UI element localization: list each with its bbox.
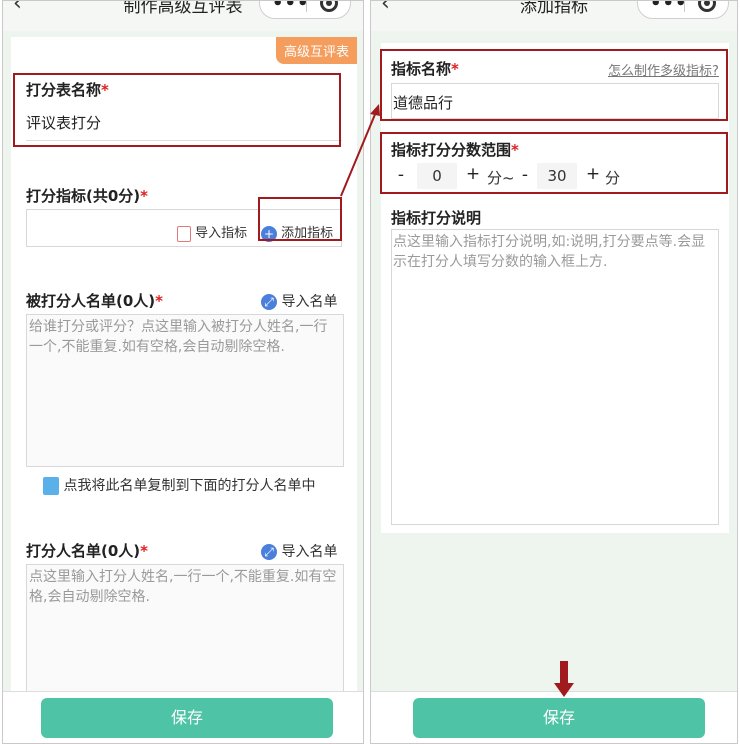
import-circle-icon: ⤢ xyxy=(261,294,277,310)
close-target-icon[interactable] xyxy=(320,1,338,12)
mini-program-capsule: ••• xyxy=(637,1,729,19)
mini-program-capsule: ••• xyxy=(259,1,351,19)
import-circle-icon: ⤢ xyxy=(261,544,277,560)
more-icon[interactable]: ••• xyxy=(650,1,688,14)
right-screen: ‹ 添加指标 ••• 指标名称* 怎么制作多级指标? 道德品行 指标打分分数范围… xyxy=(370,0,738,744)
nav-bar: ‹ 添加指标 ••• xyxy=(371,1,737,31)
close-target-icon[interactable] xyxy=(698,1,716,12)
down-arrow-icon xyxy=(554,661,574,697)
rated-label: 被打分人名单(0人)* xyxy=(26,292,164,310)
more-icon[interactable]: ••• xyxy=(272,1,310,14)
highlight-add-indicator xyxy=(258,197,342,241)
indicator-label: 打分指标(共0分)* xyxy=(26,187,149,205)
raters-label: 打分人名单(0人)* xyxy=(26,542,149,560)
rated-textarea[interactable]: 给谁打分或评分？点这里输入被打分人姓名,一行一个,不能重复.如有空格,会自动剔除… xyxy=(26,314,344,467)
highlight-name xyxy=(13,73,341,147)
description-label: 指标打分说明 xyxy=(391,209,482,227)
save-button[interactable]: 保存 xyxy=(413,698,705,738)
copy-icon xyxy=(43,477,59,495)
description-textarea[interactable]: 点这里输入指标打分说明,如:说明,打分要点等.会显示在打分人填写分数的输入框上方… xyxy=(391,229,719,525)
save-button[interactable]: 保存 xyxy=(41,698,333,738)
copy-list-button[interactable]: 点我将此名单复制到下面的打分人名单中 xyxy=(43,475,315,495)
document-icon xyxy=(177,225,191,242)
highlight-indicator-name xyxy=(380,49,728,121)
import-list-button[interactable]: ⤢ 导入名单 xyxy=(261,291,337,311)
import-list-button-2[interactable]: ⤢ 导入名单 xyxy=(261,541,337,561)
highlight-score-range xyxy=(380,132,728,194)
nav-bar: ‹ 制作高级互评表 ••• xyxy=(3,1,363,31)
raters-textarea[interactable]: 点这里输入打分人姓名,一行一个,不能重复.如有空格,会自动剔除空格. xyxy=(26,564,344,704)
advanced-badge: 高级互评表 xyxy=(275,37,357,64)
import-indicator-button[interactable]: 导入指标 xyxy=(177,222,247,242)
left-screen: ‹ 制作高级互评表 ••• 高级互评表 打分表名称* 评议表打分 打分指标(共0… xyxy=(2,0,364,744)
